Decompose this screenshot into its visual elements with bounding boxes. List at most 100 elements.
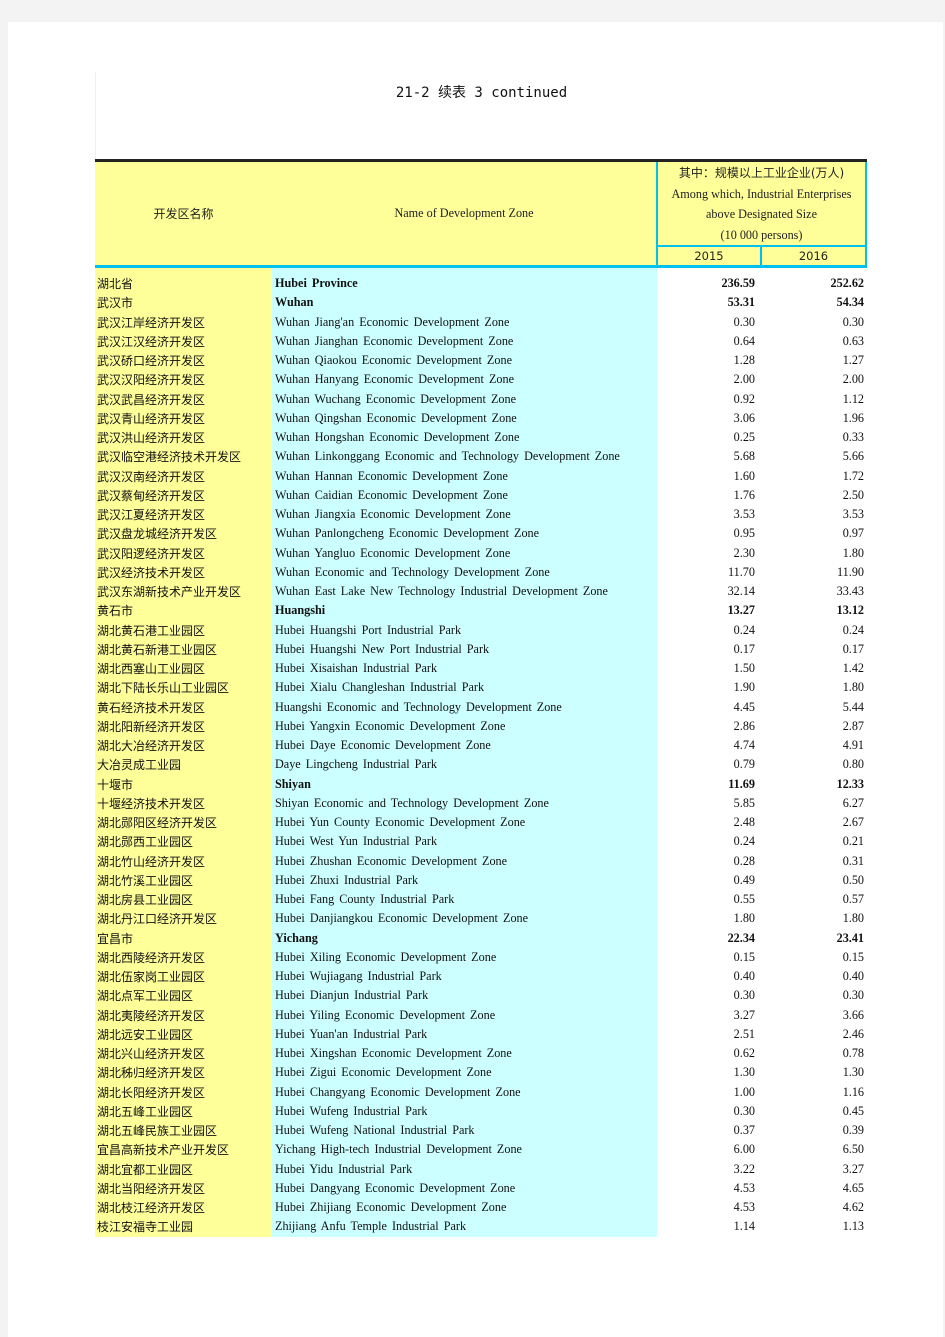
value-2015: 53.31 [727,295,755,310]
table-row: 湖北竹山经济开发区 Hubei Zhushan Economic Developm… [95,851,866,871]
header-group-line-zh: 其中：规模以上工业企业(万人) [678,166,845,180]
value-2015: 2.51 [733,1026,755,1041]
zone-name-zh: 湖北长阳经济开发区 [95,1082,272,1102]
zone-name-en: Hubei Huangshi New Port Industrial Park [272,639,657,659]
value-2015: 1.14 [733,1219,755,1234]
table-row: 武汉武昌经济开发区 Wuhan Wuchang Economic Developm… [95,389,866,409]
table-row: 湖北兴山经济开发区 Hubei Xingshan Economic Develop… [95,1044,866,1064]
value-2016: 0.21 [842,834,865,849]
value-2016: 1.80 [842,545,865,560]
header-zone-name-zh: 开发区名称 [95,159,272,268]
value-2016: 0.39 [842,1123,865,1138]
table-row: 武汉经济技术开发区 Wuhan Economic and Technology D… [95,562,866,582]
value-2015: 0.40 [733,969,755,984]
zone-name-zh: 湖北丹江口经济开发区 [95,909,272,929]
zone-name-en: Hubei Wufeng Industrial Park [272,1101,657,1121]
table-row: 十堰经济技术开发区 Shiyan Economic and Technology … [95,793,866,813]
zone-name-zh: 武汉汉阳经济开发区 [95,370,272,390]
zone-name-zh: 武汉青山经济开发区 [95,408,272,428]
table-row: 武汉洪山经济开发区 Wuhan Hongshan Economic Develop… [95,428,866,448]
value-2016: 0.24 [842,622,865,637]
value-2016: 0.33 [842,430,865,445]
zone-name-zh: 黄石经济技术开发区 [95,697,272,717]
table-row: 武汉江夏经济开发区 Wuhan Jiangxia Economic Develop… [95,505,866,525]
title-area: 21-2 续表 3 continued [95,72,867,160]
value-2015: 4.53 [733,1180,755,1195]
zone-name-en: Hubei Xialu Changleshan Industrial Park [272,678,657,698]
zone-name-en: Hubei Zhijiang Economic Development Zone [272,1198,657,1218]
value-2016: 1.96 [842,410,865,425]
value-2015: 1.90 [733,680,755,695]
value-2015: 0.24 [733,834,755,849]
table-row: 湖北当阳经济开发区 Hubei Dangyang Economic Develop… [95,1178,866,1198]
table-row: 湖北西陵经济开发区 Hubei Xiling Economic Developme… [95,947,866,967]
zone-name-zh: 湖北当阳经济开发区 [95,1178,272,1198]
zone-name-zh: 黄石市 [95,601,272,621]
zone-name-en: Hubei Yun County Economic Development Zo… [272,813,657,833]
zone-name-zh: 武汉经济技术开发区 [95,562,272,582]
zone-name-zh: 湖北五峰民族工业园区 [95,1121,272,1141]
zone-name-zh: 湖北伍家岗工业园区 [95,967,272,987]
zone-name-en: Shiyan Economic and Technology Developme… [272,793,657,813]
table-row: 湖北大冶经济开发区 Hubei Daye Economic Development… [95,736,866,756]
header-group-line-en1: Among which, Industrial Enterprises [671,186,852,201]
value-2015: 0.30 [733,314,755,329]
table-row-subtotal: 十堰市 Shiyan 11.69 12.33 [95,774,866,794]
zone-name-en: Hubei Fang County Industrial Park [272,890,657,910]
table-row: 武汉汉南经济开发区 Wuhan Hannan Economic Developme… [95,466,866,486]
value-2015: 1.28 [733,353,755,368]
value-2015: 5.85 [733,795,755,810]
header-zone-name-en: Name of Development Zone [272,159,657,268]
zone-name-en: Wuhan Economic and Technology Developmen… [272,562,657,582]
zone-name-zh: 湖北郧阳区经济开发区 [95,813,272,833]
table-row: 武汉蔡甸经济开发区 Wuhan Caidian Economic Developm… [95,485,866,505]
zone-name-zh: 湖北大冶经济开发区 [95,736,272,756]
zone-name-en: Wuhan [272,293,657,313]
value-2016: 3.53 [842,507,865,522]
value-2015: 32.14 [727,584,755,599]
value-2016: 5.44 [842,699,865,714]
table-row: 武汉汉阳经济开发区 Wuhan Hanyang Economic Developm… [95,370,866,390]
value-2015: 3.06 [733,410,755,425]
value-2015: 1.30 [733,1065,755,1080]
zone-name-en: Hubei Zhuxi Industrial Park [272,870,657,890]
value-2016: 0.63 [842,333,865,348]
zone-name-zh: 武汉蔡甸经济开发区 [95,485,272,505]
value-2015: 0.25 [733,430,755,445]
table-title: 21-2 续表 3 continued [395,85,568,101]
zone-name-en: Wuhan Caidian Economic Development Zone [272,485,657,505]
zone-name-en: Wuhan Qiaokou Economic Development Zone [272,351,657,371]
zone-name-en: Hubei Wujiagang Industrial Park [272,967,657,987]
value-2015: 0.95 [733,526,755,541]
table-row: 湖北黄石新港工业园区 Hubei Huangshi New Port Indust… [95,639,866,659]
zone-name-en: Hubei Daye Economic Development Zone [272,736,657,756]
zone-name-en: Hubei Xisaishan Industrial Park [272,659,657,679]
zone-name-en: Huangshi Economic and Technology Develop… [272,697,657,717]
value-2016: 12.33 [836,776,865,791]
value-2015: 4.45 [733,699,755,714]
zone-name-zh: 湖北远安工业园区 [95,1024,272,1044]
zone-name-en: Wuhan Panlongcheng Economic Development … [272,524,657,544]
development-zone-table: 开发区名称 Name of Development Zone 其中：规模以上工业… [95,159,868,1237]
zone-name-zh: 湖北省 [95,266,272,294]
header-year-2016: 2016 [759,245,868,268]
value-2016: 33.43 [836,584,865,599]
value-2016: 1.12 [842,391,865,406]
table-row: 湖北房县工业园区 Hubei Fang County Industrial Par… [95,890,866,910]
zone-name-en: Hubei Zigui Economic Development Zone [272,1063,657,1083]
value-2015: 0.17 [733,641,755,656]
table-row: 武汉临空港经济技术开发区 Wuhan Linkonggang Economic a… [95,447,866,467]
zone-name-zh: 湖北秭归经济开发区 [95,1063,272,1083]
table-row: 武汉盘龙城经济开发区 Wuhan Panlongcheng Economic De… [95,524,866,544]
header-group-line-unit: (10 000 persons) [720,227,803,242]
zone-name-en: Wuhan East Lake New Technology Industria… [272,582,657,602]
zone-name-zh: 武汉江岸经济开发区 [95,312,272,332]
zone-name-zh: 湖北阳新经济开发区 [95,716,272,736]
zone-name-zh: 湖北郧西工业园区 [95,832,272,852]
zone-name-zh: 湖北黄石港工业园区 [95,620,272,640]
table-row: 武汉江汉经济开发区 Wuhan Jianghan Economic Develop… [95,331,866,351]
value-2015: 4.74 [733,738,755,753]
table-row: 湖北远安工业园区 Hubei Yuan'an Industrial Park 2.5… [95,1024,866,1044]
value-2016: 3.27 [842,1161,865,1176]
value-2016: 0.31 [842,853,865,868]
